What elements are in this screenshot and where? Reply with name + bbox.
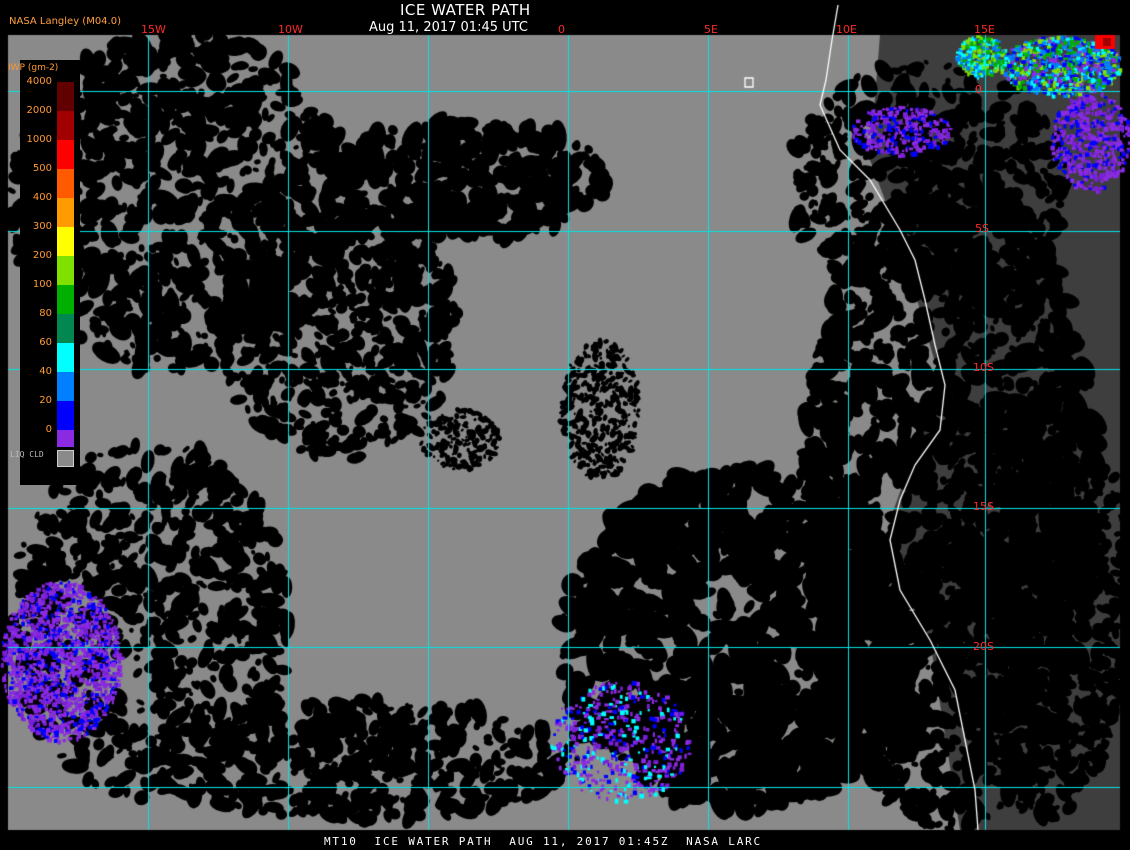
- legend-tick-label: 2000: [26, 105, 52, 116]
- legend-color-swatch: [57, 140, 74, 169]
- legend-color-swatch: [57, 430, 74, 447]
- lat-label-20s: 20S: [973, 640, 994, 653]
- lat-label-10s: 10S: [973, 361, 994, 374]
- map-timestamp: Aug 11, 2017 01:45 UTC: [369, 20, 528, 35]
- lon-label-5e: 5E: [704, 23, 718, 36]
- lon-label-10e: 10E: [836, 23, 857, 36]
- legend-color-swatch: [57, 111, 74, 140]
- lon-label-10w: 10W: [278, 23, 303, 36]
- legend-tick-label: 500: [32, 163, 52, 174]
- legend-tick-label: 200: [32, 250, 52, 261]
- legend-color-swatch: [57, 285, 74, 314]
- legend-color-swatch: [57, 343, 74, 372]
- lon-label-15e: 15E: [974, 23, 995, 36]
- legend-color-swatch: [57, 314, 74, 343]
- legend-tick-label: 100: [32, 279, 52, 290]
- legend-tick-label: 60: [39, 337, 52, 348]
- legend-color-swatch: [57, 169, 74, 198]
- legend-tick-label: 4000: [26, 76, 52, 87]
- lon-label-15w: 15W: [141, 23, 166, 36]
- satellite-map-canvas: [0, 0, 1130, 850]
- lat-label-15s: 15S: [973, 500, 994, 513]
- legend-tick-label: 1000: [26, 134, 52, 145]
- legend-tick-label: 300: [32, 221, 52, 232]
- lon-label-0: 0: [558, 23, 565, 36]
- legend-color-swatch: [57, 372, 74, 401]
- liquid-cloud-swatch: [57, 450, 74, 467]
- producer-label: NASA Langley (M04.0): [9, 16, 121, 27]
- legend-color-swatch: [57, 227, 74, 256]
- legend-tick-label: 400: [32, 192, 52, 203]
- lat-label-0: 0: [975, 83, 982, 96]
- map-title: ICE WATER PATH: [400, 1, 531, 19]
- liquid-cloud-label: LIQ CLD: [10, 450, 44, 459]
- footer-caption: MT10 ICE WATER PATH AUG 11, 2017 01:45Z …: [324, 835, 762, 848]
- legend-color-swatch: [57, 82, 74, 111]
- legend-tick-label: 20: [39, 395, 52, 406]
- legend-color-swatch: [57, 198, 74, 227]
- lat-label-5s: 5S: [975, 222, 989, 235]
- legend-tick-label: 0: [45, 424, 52, 435]
- legend-tick-label: 40: [39, 366, 52, 377]
- legend-color-swatch: [57, 401, 74, 430]
- legend-color-swatch: [57, 256, 74, 285]
- legend-tick-label: 80: [39, 308, 52, 319]
- legend-title: IWP (gm-2): [8, 63, 59, 73]
